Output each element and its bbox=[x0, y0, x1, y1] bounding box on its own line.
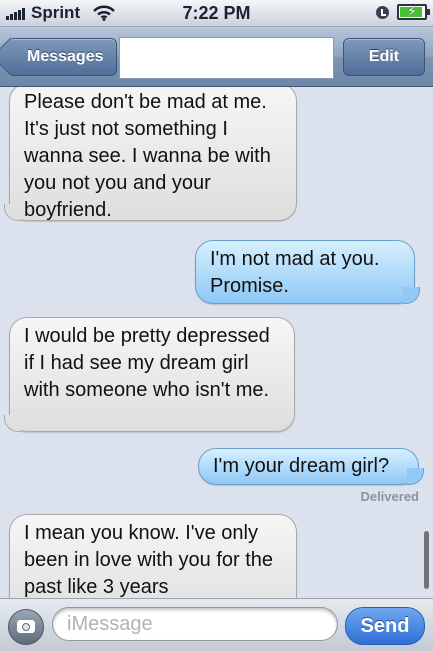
nav-bar: Messages Edit bbox=[0, 27, 433, 87]
message-bubble-incoming[interactable]: I mean you know. I've only been in love … bbox=[9, 514, 297, 598]
send-button[interactable]: Send bbox=[345, 607, 425, 645]
message-bubble-outgoing[interactable]: I'm not mad at you. Promise. bbox=[195, 240, 420, 304]
back-arrow-icon bbox=[0, 37, 30, 76]
back-to-messages-button[interactable]: Messages bbox=[0, 37, 117, 76]
delivered-status: Delivered bbox=[360, 489, 419, 504]
edit-button[interactable]: Edit bbox=[343, 38, 425, 76]
camera-icon bbox=[17, 620, 35, 633]
back-button-label: Messages bbox=[27, 48, 104, 65]
imessage-input[interactable] bbox=[52, 607, 338, 641]
scroll-indicator[interactable] bbox=[424, 531, 429, 589]
camera-button[interactable] bbox=[8, 609, 44, 645]
contact-name-title bbox=[119, 37, 334, 79]
status-time: 7:22 PM bbox=[182, 3, 251, 23]
status-bar: Sprint 7:22 PM ⚡ bbox=[0, 0, 433, 27]
battery-charging-icon: ⚡ bbox=[397, 3, 430, 20]
rotation-lock-icon bbox=[376, 5, 389, 19]
message-bubble-outgoing[interactable]: I'm your dream girl? bbox=[198, 448, 424, 485]
message-bubble-incoming[interactable]: Please don't be mad at me. It's just not… bbox=[4, 87, 297, 221]
conversation-view[interactable]: Please don't be mad at me. It's just not… bbox=[0, 87, 433, 598]
message-bubble-incoming[interactable]: I would be pretty depressed if I had see… bbox=[4, 317, 295, 432]
message-input-bar: Send bbox=[0, 598, 433, 651]
